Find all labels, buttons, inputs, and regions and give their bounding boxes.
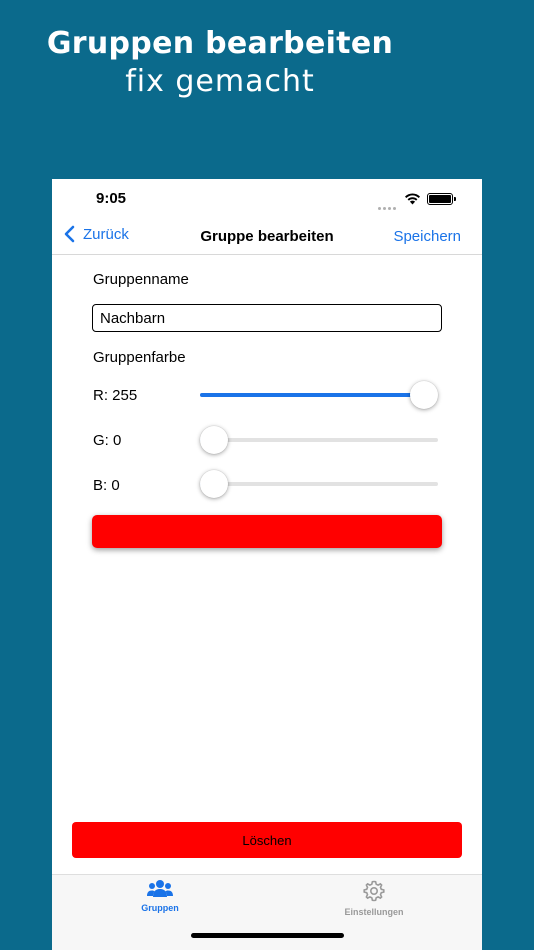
group-name-input[interactable] xyxy=(92,304,442,332)
tab-einstellungen[interactable]: Einstellungen xyxy=(314,879,434,917)
group-name-label: Gruppenname xyxy=(93,271,189,288)
gear-icon xyxy=(363,880,385,902)
tab-bar: Gruppen Einstellungen xyxy=(52,874,482,950)
green-value-label: G: 0 xyxy=(93,432,122,449)
navigation-bar: Zurück Gruppe bearbeiten Speichern xyxy=(52,219,482,255)
people-icon xyxy=(147,880,173,897)
delete-button[interactable]: Löschen xyxy=(72,822,462,858)
home-indicator xyxy=(191,933,344,938)
slider-fill xyxy=(200,393,424,397)
group-color-label: Gruppenfarbe xyxy=(93,349,186,366)
status-bar: 9:05 xyxy=(52,179,482,219)
slider-thumb[interactable] xyxy=(410,381,438,409)
battery-icon xyxy=(427,193,456,205)
slider-thumb[interactable] xyxy=(200,426,228,454)
tab-gruppen[interactable]: Gruppen xyxy=(100,879,220,913)
save-button[interactable]: Speichern xyxy=(393,228,461,245)
slider-thumb[interactable] xyxy=(200,470,228,498)
tab-label: Einstellungen xyxy=(344,907,404,917)
blue-slider[interactable] xyxy=(200,470,438,498)
red-value-label: R: 255 xyxy=(93,387,138,404)
wifi-icon xyxy=(405,193,420,205)
green-slider[interactable] xyxy=(200,426,438,454)
slider-track xyxy=(200,482,438,486)
promo-title: Gruppen bearbeiten xyxy=(46,26,394,61)
slider-track xyxy=(200,438,438,442)
tab-label: Gruppen xyxy=(141,903,179,913)
signal-icon xyxy=(378,197,398,215)
red-slider[interactable] xyxy=(200,381,438,409)
color-preview xyxy=(92,515,442,548)
phone-screen: 9:05 Zurück Gruppe bearbeiten Speichern … xyxy=(52,179,482,950)
blue-value-label: B: 0 xyxy=(93,477,120,494)
status-time: 9:05 xyxy=(96,190,127,207)
promo-subtitle: fix gemacht xyxy=(125,64,315,99)
promo-headline: Gruppen bearbeiten fix gemacht xyxy=(0,24,440,100)
